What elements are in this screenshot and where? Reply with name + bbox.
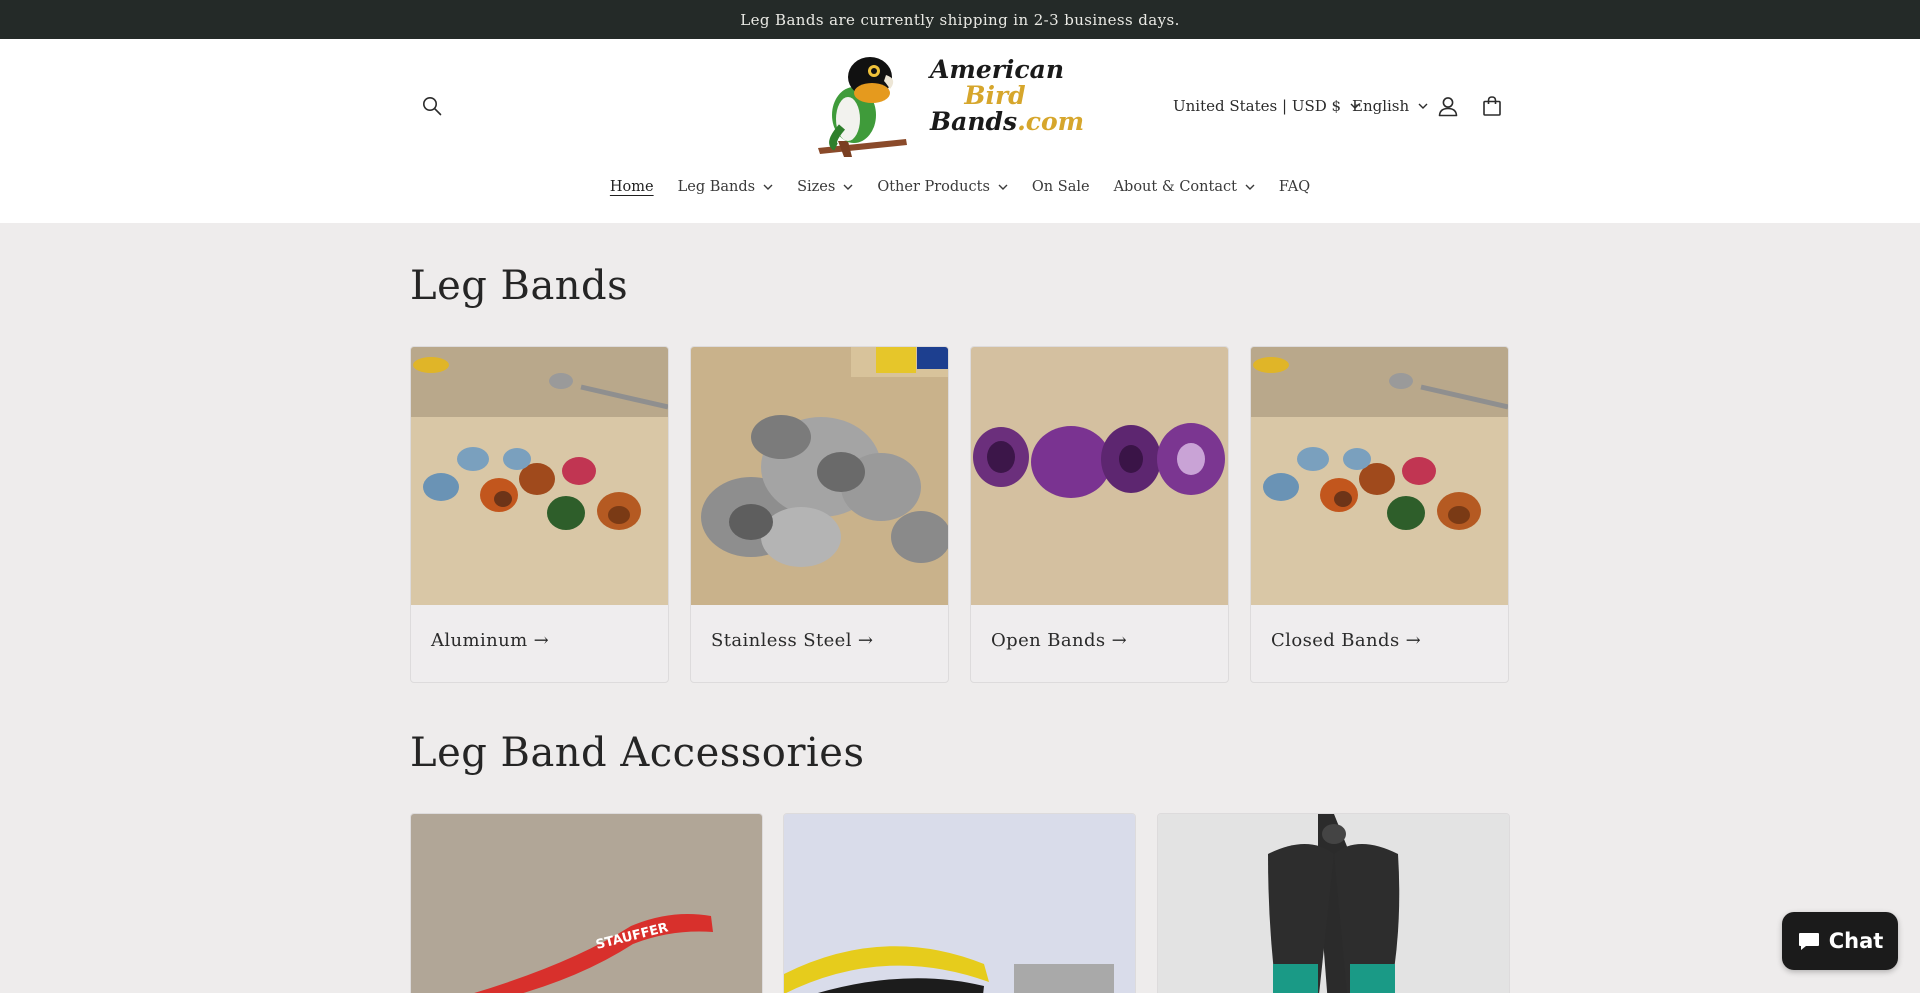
card-label: Closed Bands → bbox=[1271, 630, 1422, 651]
leg-bands-heading: Leg Bands bbox=[410, 263, 629, 309]
cart-icon bbox=[1483, 96, 1501, 116]
nav-item-leg-bands[interactable]: Leg Bands bbox=[666, 179, 785, 195]
collection-card-aluminum[interactable]: Aluminum → bbox=[410, 346, 669, 683]
main-navigation: Home Leg Bands Sizes Other Products On S… bbox=[0, 172, 1920, 202]
nav-item-home[interactable]: Home bbox=[598, 179, 666, 195]
green-cutter-image bbox=[1158, 814, 1509, 993]
nav-item-about-contact[interactable]: About & Contact bbox=[1102, 179, 1267, 195]
language-label: English bbox=[1352, 97, 1410, 115]
nav-item-faq[interactable]: FAQ bbox=[1267, 179, 1322, 195]
pliers-image bbox=[784, 814, 1135, 993]
chevron-down-icon bbox=[1418, 103, 1428, 109]
chat-button[interactable]: Chat bbox=[1782, 912, 1898, 970]
country-selector[interactable]: United States | USD $ bbox=[1173, 92, 1360, 120]
chat-label: Chat bbox=[1828, 929, 1884, 953]
search-icon bbox=[423, 97, 442, 116]
chevron-down-icon bbox=[763, 184, 773, 190]
chat-icon bbox=[1797, 930, 1821, 952]
arrow-right-icon: → bbox=[1111, 630, 1128, 651]
announcement-bar: Leg Bands are currently shipping in 2-3 … bbox=[0, 0, 1920, 39]
accessory-card-band-cutter[interactable]: STAUFFER bbox=[410, 813, 763, 993]
accessory-card-pliers[interactable] bbox=[783, 813, 1136, 993]
logo-text: American Bird Bands.com bbox=[930, 55, 1085, 136]
parrot-logo-image bbox=[818, 57, 907, 157]
nav-item-on-sale[interactable]: On Sale bbox=[1020, 179, 1102, 195]
closed-bands-image bbox=[1251, 347, 1508, 605]
nav-item-sizes[interactable]: Sizes bbox=[785, 179, 865, 195]
nav-item-other-products[interactable]: Other Products bbox=[865, 179, 1020, 195]
site-header: American Bird Bands.com United States | … bbox=[0, 39, 1920, 223]
collection-card-stainless-steel[interactable]: Stainless Steel → bbox=[690, 346, 949, 683]
announcement-text: Leg Bands are currently shipping in 2-3 … bbox=[740, 10, 1180, 29]
search-button[interactable] bbox=[418, 92, 446, 120]
account-icon bbox=[1438, 97, 1458, 117]
country-label: United States | USD $ bbox=[1173, 97, 1342, 115]
chevron-down-icon bbox=[998, 184, 1008, 190]
cart-button[interactable] bbox=[1478, 92, 1506, 120]
collection-card-open-bands[interactable]: Open Bands → bbox=[970, 346, 1229, 683]
chevron-down-icon bbox=[843, 184, 853, 190]
arrow-right-icon: → bbox=[857, 630, 874, 651]
card-label: Aluminum → bbox=[431, 630, 550, 651]
stainless-steel-bands-image bbox=[691, 347, 948, 605]
arrow-right-icon: → bbox=[1405, 630, 1422, 651]
card-label: Stainless Steel → bbox=[711, 630, 874, 651]
arrow-right-icon: → bbox=[533, 630, 550, 651]
accessories-heading: Leg Band Accessories bbox=[410, 730, 865, 776]
accessory-card-cutter-green[interactable] bbox=[1157, 813, 1510, 993]
site-logo[interactable]: American Bird Bands.com bbox=[808, 53, 1085, 157]
collection-card-closed-bands[interactable]: Closed Bands → bbox=[1250, 346, 1509, 683]
band-cutter-image: STAUFFER bbox=[411, 814, 762, 993]
card-label: Open Bands → bbox=[991, 630, 1128, 651]
open-bands-image bbox=[971, 347, 1228, 605]
chevron-down-icon bbox=[1245, 184, 1255, 190]
aluminum-bands-image bbox=[411, 347, 668, 605]
language-selector[interactable]: English bbox=[1352, 92, 1428, 120]
account-button[interactable] bbox=[1434, 92, 1462, 120]
